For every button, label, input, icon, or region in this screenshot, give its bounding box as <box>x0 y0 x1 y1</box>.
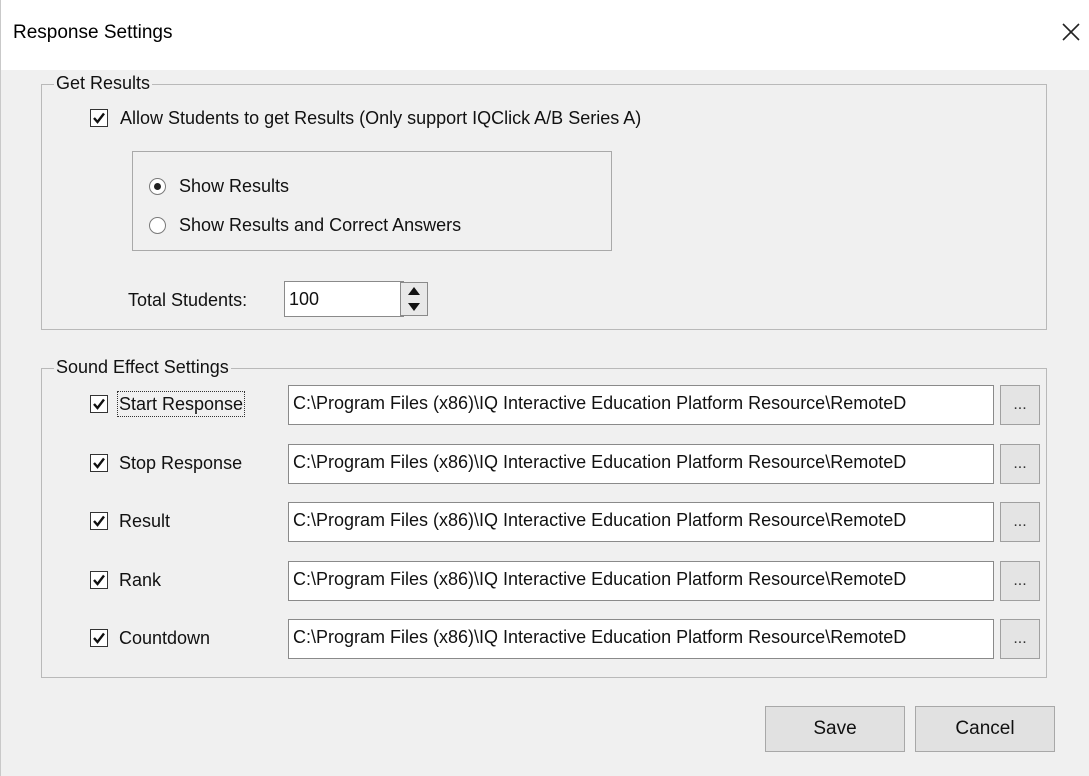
start-response-path[interactable]: C:\Program Files (x86)\IQ Interactive Ed… <box>288 385 994 425</box>
checkmark-icon <box>93 574 105 586</box>
chevron-up-icon <box>408 287 420 295</box>
checkmark-icon <box>93 398 105 410</box>
rank-label: Rank <box>119 570 162 590</box>
results-mode-box: Show Results Show Results and Correct An… <box>132 151 612 251</box>
checkmark-icon <box>93 632 105 644</box>
result-path[interactable]: C:\Program Files (x86)\IQ Interactive Ed… <box>288 502 994 542</box>
rank-checkbox[interactable] <box>90 571 108 589</box>
rank-path[interactable]: C:\Program Files (x86)\IQ Interactive Ed… <box>288 561 994 601</box>
allow-results-checkbox[interactable] <box>90 109 108 127</box>
save-button[interactable]: Save <box>765 706 905 752</box>
start-response-label: Start Response <box>116 391 246 417</box>
chevron-down-icon <box>408 303 420 311</box>
checkmark-icon <box>93 457 105 469</box>
show-results-label: Show Results <box>179 176 290 196</box>
countdown-path[interactable]: C:\Program Files (x86)\IQ Interactive Ed… <box>288 619 994 659</box>
title-bar: Response Settings <box>1 0 1089 70</box>
start-response-checkbox[interactable] <box>90 395 108 413</box>
result-label: Result <box>119 511 171 531</box>
countdown-label: Countdown <box>119 628 211 648</box>
get-results-group: Get Results Allow Students to get Result… <box>41 72 1047 330</box>
close-icon <box>1062 23 1080 41</box>
countdown-browse-button[interactable]: ... <box>1000 619 1040 659</box>
stop-response-label: Stop Response <box>119 453 243 473</box>
window-title: Response Settings <box>13 22 173 43</box>
result-checkbox[interactable] <box>90 512 108 530</box>
show-results-answers-label: Show Results and Correct Answers <box>179 215 462 235</box>
checkmark-icon <box>93 515 105 527</box>
allow-results-label: Allow Students to get Results (Only supp… <box>120 108 642 128</box>
countdown-checkbox[interactable] <box>90 629 108 647</box>
total-students-label: Total Students: <box>128 290 248 310</box>
rank-browse-button[interactable]: ... <box>1000 561 1040 601</box>
total-students-stepper[interactable] <box>400 282 428 316</box>
checkmark-icon <box>93 112 105 124</box>
show-results-answers-radio[interactable] <box>149 217 166 234</box>
sound-effect-group: Sound Effect Settings Start Response C:\… <box>41 356 1047 678</box>
sound-effect-legend: Sound Effect Settings <box>54 356 231 378</box>
start-response-browse-button[interactable]: ... <box>1000 385 1040 425</box>
close-button[interactable] <box>1051 12 1089 52</box>
total-students-input[interactable]: 100 <box>284 281 404 317</box>
cancel-button[interactable]: Cancel <box>915 706 1055 752</box>
stop-response-browse-button[interactable]: ... <box>1000 444 1040 484</box>
result-browse-button[interactable]: ... <box>1000 502 1040 542</box>
show-results-radio[interactable] <box>149 178 166 195</box>
stop-response-path[interactable]: C:\Program Files (x86)\IQ Interactive Ed… <box>288 444 994 484</box>
response-settings-dialog: Response Settings Get Results Allow Stud… <box>0 0 1089 776</box>
stop-response-checkbox[interactable] <box>90 454 108 472</box>
radio-selected-dot <box>154 183 161 190</box>
get-results-legend: Get Results <box>54 72 153 94</box>
